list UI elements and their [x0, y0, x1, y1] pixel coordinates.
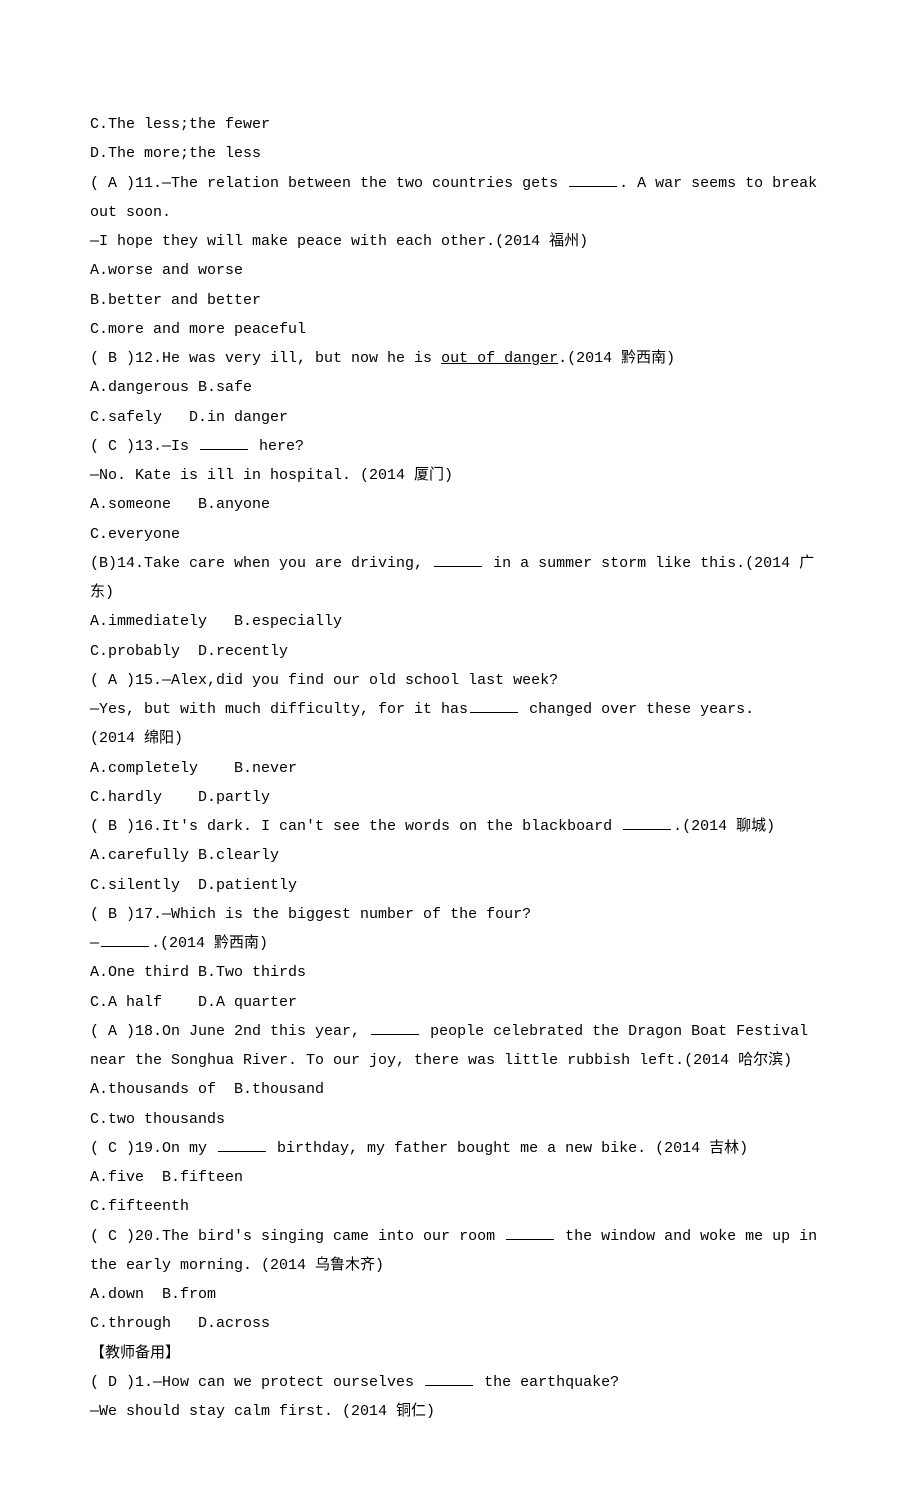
answer-option: C.everyone — [90, 520, 830, 549]
answer-option: C.through D.across — [90, 1309, 830, 1338]
answer-option: C.fifteenth — [90, 1192, 830, 1221]
main-question-line3: (2014 绵阳) — [90, 724, 830, 753]
teacher-section-header: 【教师备用】 — [90, 1339, 830, 1368]
fill-blank — [425, 1370, 473, 1386]
teacher-question-line2: —We should stay calm first. (2014 铜仁) — [90, 1397, 830, 1426]
fill-blank — [470, 697, 518, 713]
main-question-line2: —.(2014 黔西南) — [90, 929, 830, 958]
answer-option: A.dangerous B.safe — [90, 373, 830, 402]
answer-option: C.two thousands — [90, 1105, 830, 1134]
fill-blank — [371, 1019, 419, 1035]
main-question-stem: ( A )15.—Alex,did you find our old schoo… — [90, 666, 830, 695]
answer-option: A.down B.from — [90, 1280, 830, 1309]
answer-option: C.The less;the fewer — [90, 110, 830, 139]
answer-option: C.safely D.in danger — [90, 403, 830, 432]
answer-option: C.more and more peaceful — [90, 315, 830, 344]
answer-option: A.someone B.anyone — [90, 490, 830, 519]
main-question-line2: —No. Kate is ill in hospital. (2014 厦门) — [90, 461, 830, 490]
main-question-stem: ( C )19.On my birthday, my father bought… — [90, 1134, 830, 1163]
answer-option: A.One third B.Two thirds — [90, 958, 830, 987]
fill-blank — [434, 551, 482, 567]
main-question-stem: ( B )17.—Which is the biggest number of … — [90, 900, 830, 929]
fill-blank — [623, 814, 671, 830]
underlined-phrase: out of danger — [441, 350, 558, 367]
teacher-question-stem: ( D )1.—How can we protect ourselves the… — [90, 1368, 830, 1397]
answer-option: D.The more;the less — [90, 139, 830, 168]
main-question-stem: ( B )16.It's dark. I can't see the words… — [90, 812, 830, 841]
answer-option: C.A half D.A quarter — [90, 988, 830, 1017]
answer-option: A.five B.fifteen — [90, 1163, 830, 1192]
answer-option: C.probably D.recently — [90, 637, 830, 666]
answer-option: A.completely B.never — [90, 754, 830, 783]
fill-blank — [569, 171, 617, 187]
answer-option: A.worse and worse — [90, 256, 830, 285]
fill-blank — [200, 434, 248, 450]
main-question-stem: ( A )11.—The relation between the two co… — [90, 169, 830, 228]
main-question-stem: ( C )13.—Is here? — [90, 432, 830, 461]
main-question-stem: ( B )12.He was very ill, but now he is o… — [90, 344, 830, 373]
fill-blank — [101, 931, 149, 947]
answer-option: C.silently D.patiently — [90, 871, 830, 900]
answer-option: A.immediately B.especially — [90, 607, 830, 636]
answer-option: A.carefully B.clearly — [90, 841, 830, 870]
fill-blank — [218, 1136, 266, 1152]
main-question-line2: —I hope they will make peace with each o… — [90, 227, 830, 256]
main-question-stem: ( C )20.The bird's singing came into our… — [90, 1222, 830, 1281]
main-question-line2: —Yes, but with much difficulty, for it h… — [90, 695, 830, 724]
fill-blank — [506, 1224, 554, 1240]
answer-option: B.better and better — [90, 286, 830, 315]
answer-option: A.thousands of B.thousand — [90, 1075, 830, 1104]
main-question-stem: (B)14.Take care when you are driving, in… — [90, 549, 830, 608]
main-question-stem: ( A )18.On June 2nd this year, people ce… — [90, 1017, 830, 1076]
answer-option: C.hardly D.partly — [90, 783, 830, 812]
